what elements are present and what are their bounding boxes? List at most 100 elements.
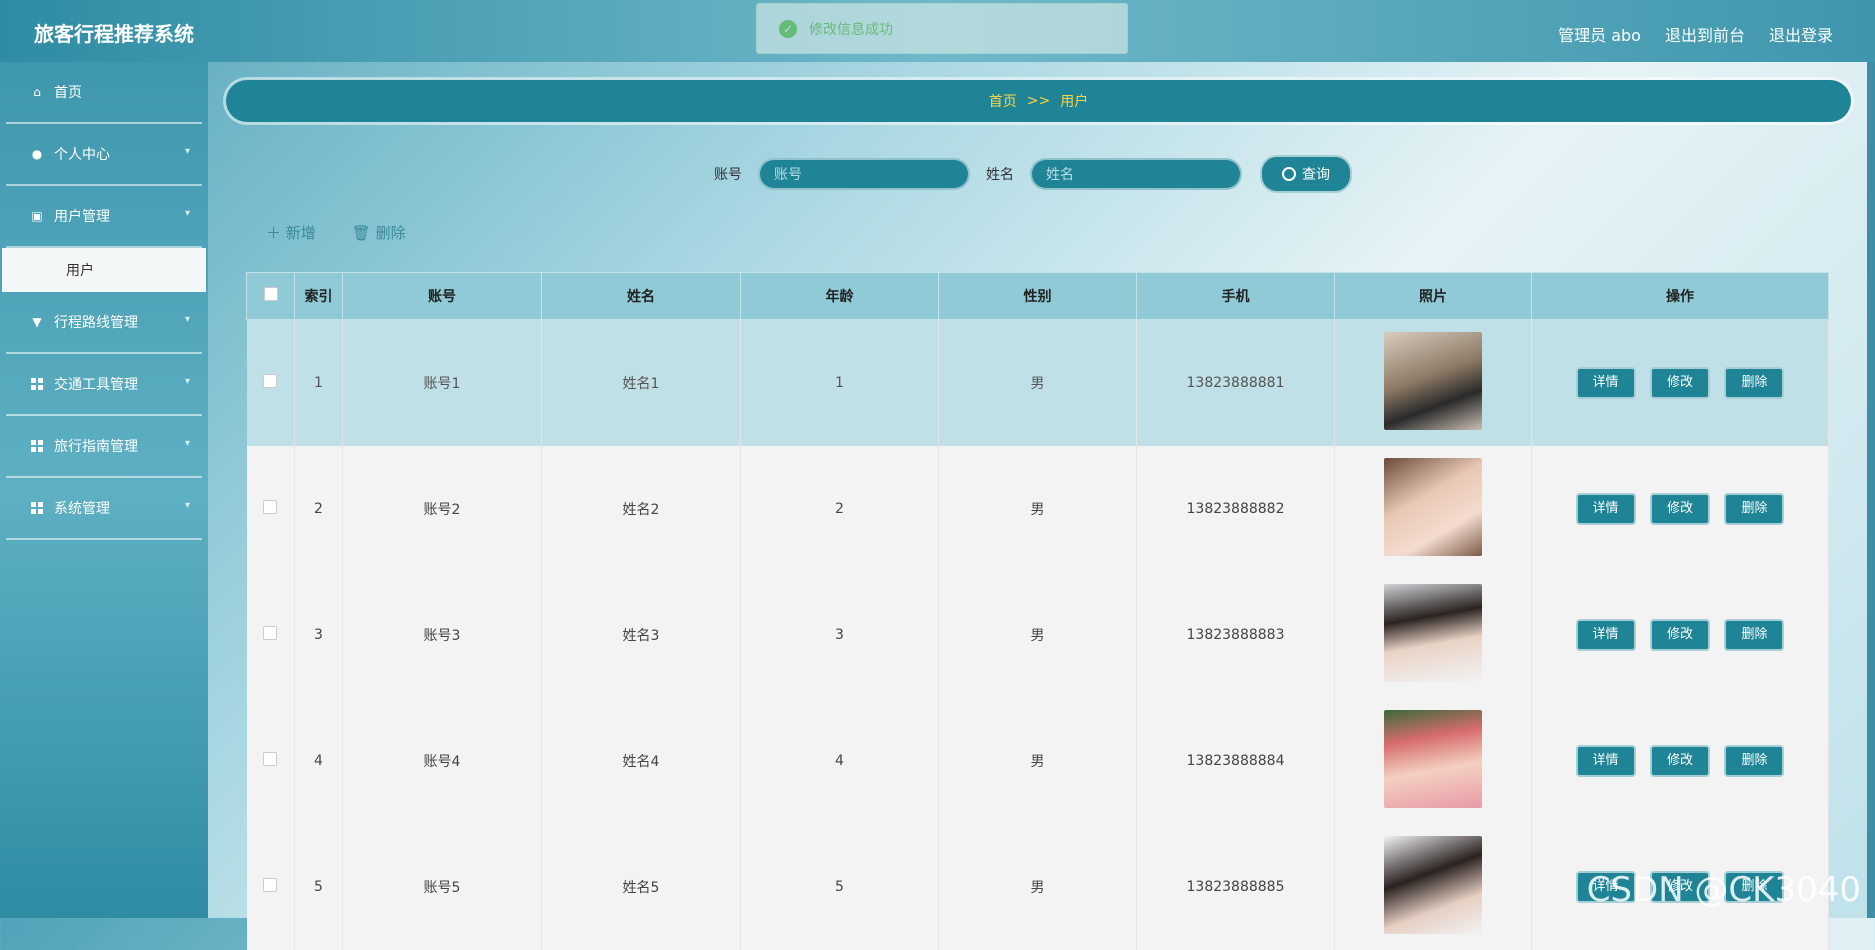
delete-button[interactable]: 删除 [1724,493,1785,525]
back-to-front-link[interactable]: 退出到前台 [1665,22,1745,46]
column-header: 索引 [294,272,343,320]
row-checkbox[interactable] [263,878,278,892]
chevron-down-icon: ▾ [184,376,190,387]
app-title: 旅客行程推荐系统 [34,22,194,46]
delete-button[interactable]: 删除 [1724,745,1785,777]
column-header: 账号 [342,272,542,320]
account-search-input[interactable] [758,158,970,190]
chevron-down-icon: ▾ [184,314,190,325]
user-photo [1384,332,1482,430]
cell-name: 姓名4 [541,698,741,824]
column-header: 手机 [1136,272,1335,320]
cell-age: 3 [740,572,939,698]
cell-phone: 13823888884 [1136,698,1335,824]
sidebar-item-system-management[interactable]: 系统管理 ▾ [6,478,202,540]
sidebar-item-label: 旅行指南管理 [54,439,138,455]
detail-button[interactable]: 详情 [1575,745,1636,777]
trash-icon: 🗑 [351,224,371,242]
table-row[interactable]: 2 账号2 姓名2 2 男 13823888882 详情 修改 删除 [246,446,1829,572]
cell-age: 4 [740,698,939,824]
page-scrollbar[interactable] [1867,62,1875,918]
sidebar-item-label: 用户管理 [54,209,110,225]
cell-index: 3 [294,572,343,698]
chevron-down-icon: ▾ [184,208,190,219]
cell-account: 账号3 [342,572,542,698]
clipboard-icon: ▣ [31,209,43,223]
cell-age: 2 [740,446,939,572]
grid-icon [30,501,44,515]
cell-gender: 男 [938,698,1137,824]
sidebar-subitem-users[interactable]: 用户 [2,248,206,292]
row-checkbox[interactable] [263,500,278,514]
select-all-checkbox[interactable] [263,287,278,301]
detail-button[interactable]: 详情 [1575,367,1636,399]
delete-button[interactable]: 删除 [1724,367,1785,399]
watermark: CSDN @CK3040 [1586,870,1861,910]
cell-age: 1 [740,319,939,446]
cell-name: 姓名2 [541,446,741,572]
name-search-input[interactable] [1030,158,1242,190]
delete-button[interactable]: 删除 [1724,619,1785,651]
delete-button-label: 删除 [375,224,406,242]
cell-index: 4 [294,698,343,824]
add-button[interactable]: ＋ 新增 [266,222,316,243]
sidebar-item-guide-management[interactable]: 旅行指南管理 ▾ [6,416,202,478]
cell-name: 姓名3 [541,572,741,698]
action-bar: ＋ 新增 🗑 删除 [266,222,406,243]
cell-index: 2 [294,446,343,572]
column-header: 照片 [1334,272,1532,320]
breadcrumb-separator: >> [1026,93,1051,109]
column-header: 操作 [1531,272,1829,320]
table-row[interactable]: 1 账号1 姓名1 1 男 13823888881 详情 修改 删除 [246,319,1829,446]
cell-account: 账号2 [342,446,542,572]
sidebar-item-home[interactable]: ⌂ 首页 [6,62,202,124]
home-icon: ⌂ [33,85,41,99]
cell-gender: 男 [938,446,1137,572]
user-table: 索引 账号 姓名 年龄 性别 手机 照片 操作 1 账号1 姓名1 1 男 13… [246,272,1829,950]
sidebar-item-user-management[interactable]: ▣ 用户管理 ▾ [6,186,202,248]
toast-message: 修改信息成功 [809,21,893,38]
edit-button[interactable]: 修改 [1650,745,1710,777]
cell-phone: 13823888882 [1136,446,1335,572]
cell-index: 5 [294,824,343,950]
sidebar-item-label: 首页 [54,85,82,101]
batch-delete-button[interactable]: 🗑 删除 [352,222,406,243]
edit-button[interactable]: 修改 [1650,493,1710,525]
column-header: 姓名 [541,272,741,320]
sidebar-item-label: 个人中心 [54,147,110,163]
sidebar-item-label: 行程路线管理 [54,315,138,331]
row-checkbox[interactable] [263,374,278,388]
edit-button[interactable]: 修改 [1650,619,1710,651]
sidebar-item-transport-management[interactable]: 交通工具管理 ▾ [6,354,202,416]
add-button-label: 新增 [285,224,316,242]
cell-gender: 男 [938,572,1137,698]
route-icon: ▼ [32,315,42,329]
cell-age: 5 [740,824,939,950]
logout-link[interactable]: 退出登录 [1769,22,1833,46]
select-all-header[interactable] [246,272,295,320]
table-row[interactable]: 4 账号4 姓名4 4 男 13823888884 详情 修改 删除 [246,698,1829,824]
search-icon [1282,167,1296,181]
detail-button[interactable]: 详情 [1575,493,1636,525]
sidebar-item-route-management[interactable]: ▼ 行程路线管理 ▾ [6,292,202,354]
table-row[interactable]: 3 账号3 姓名3 3 男 13823888883 详情 修改 删除 [246,572,1829,698]
sidebar-item-personal-center[interactable]: ● 个人中心 ▾ [6,124,202,186]
detail-button[interactable]: 详情 [1575,619,1636,651]
user-photo [1384,836,1482,934]
user-photo [1384,584,1482,682]
search-button[interactable]: 查询 [1260,155,1352,193]
grid-icon [30,439,44,453]
grid-icon [30,377,44,391]
cell-name: 姓名5 [541,824,741,950]
row-checkbox[interactable] [263,752,278,766]
search-bar: 账号 姓名 查询 [714,155,1352,193]
chevron-down-icon: ▾ [184,500,190,511]
breadcrumb-home[interactable]: 首页 [989,91,1017,111]
user-photo [1384,458,1482,556]
cell-gender: 男 [938,824,1137,950]
edit-button[interactable]: 修改 [1650,367,1710,399]
row-checkbox[interactable] [263,626,278,640]
cell-phone: 13823888885 [1136,824,1335,950]
cell-gender: 男 [938,319,1137,446]
table-header-row: 索引 账号 姓名 年龄 性别 手机 照片 操作 [246,272,1829,320]
